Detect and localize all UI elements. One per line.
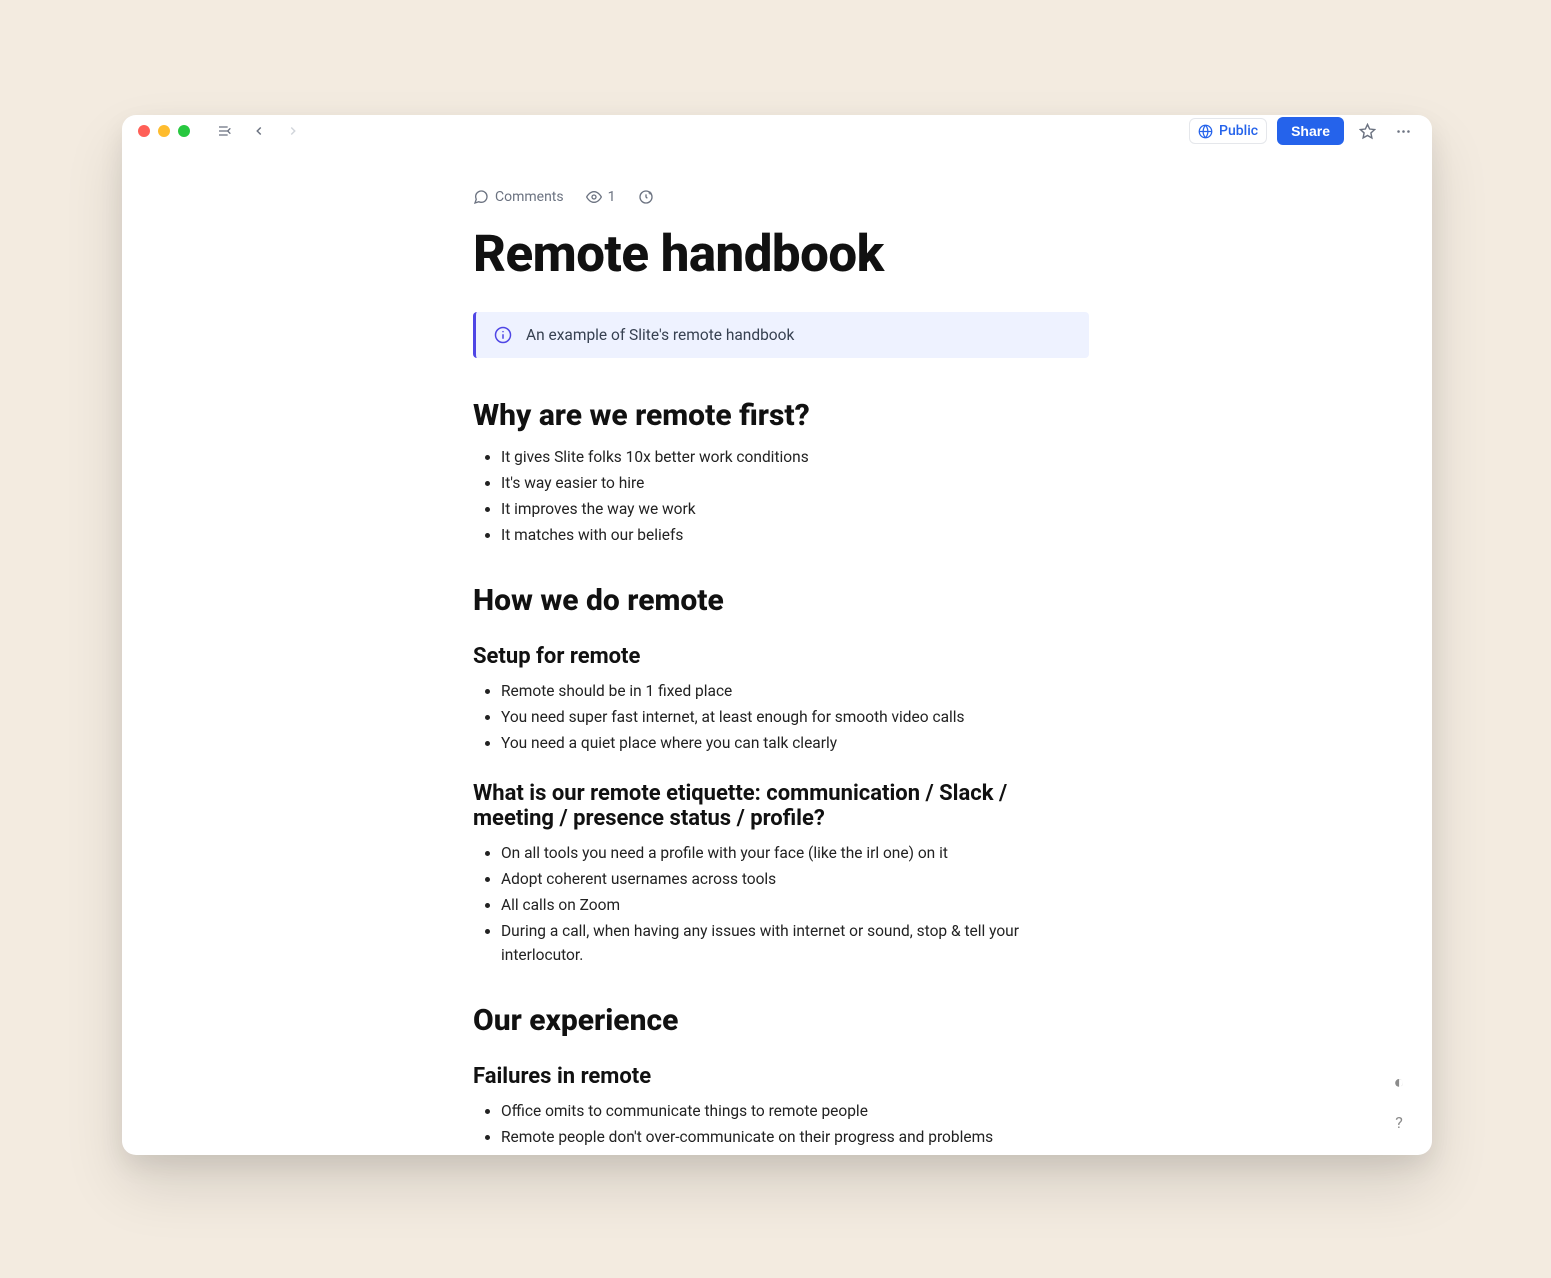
heading-setup: Setup for remote [473,644,1089,669]
maximize-window-icon[interactable] [178,125,190,137]
page-title: Remote handbook [473,225,1089,284]
etiquette-list: On all tools you need a profile with you… [473,841,1089,967]
list-item: Remote people don't over-communicate on … [501,1125,1089,1149]
failures-list: Office omits to communicate things to re… [473,1099,1089,1155]
info-callout: An example of Slite's remote handbook [473,312,1089,358]
list-item: It matches with our beliefs [501,523,1089,547]
minimize-window-icon[interactable] [158,125,170,137]
comments-button[interactable]: Comments [473,189,564,205]
heading-how: How we do remote [473,583,1089,618]
setup-list: Remote should be in 1 fixed place You ne… [473,679,1089,755]
heading-experience: Our experience [473,1003,1089,1038]
comment-icon [473,189,489,205]
titlebar-right: Public Share [1189,117,1416,145]
list-item: You need super fast internet, at least e… [501,705,1089,729]
help-button[interactable]: ? [1384,1107,1414,1137]
chevron-right-icon [286,124,300,138]
share-button[interactable]: Share [1277,117,1344,145]
nav-forward-button[interactable] [280,118,306,144]
public-label: Public [1219,123,1258,139]
titlebar-left [138,118,306,144]
question-icon: ? [1395,1113,1403,1132]
heading-why: Why are we remote first? [473,398,1089,433]
star-icon [1359,123,1376,140]
app-window: Public Share Comments 1 [122,115,1432,1155]
heading-etiquette: What is our remote etiquette: communicat… [473,781,1089,831]
clock-sparkle-icon [638,189,654,205]
list-item: All calls on Zoom [501,893,1089,917]
doc-meta-row: Comments 1 [473,189,1089,205]
list-item: On all tools you need a profile with you… [501,841,1089,865]
callout-text: An example of Slite's remote handbook [526,326,794,344]
list-item: It's way easier to hire [501,471,1089,495]
comments-label: Comments [495,189,564,205]
view-count: 1 [608,189,616,205]
list-item: It gives Slite folks 10x better work con… [501,445,1089,469]
list-item: Remote people have unclear goals [501,1151,1089,1155]
moon-icon: ◐ [1394,1072,1405,1093]
titlebar: Public Share [122,115,1432,147]
list-item: Adopt coherent usernames across tools [501,867,1089,891]
why-list: It gives Slite folks 10x better work con… [473,445,1089,547]
sidebar-toggle-icon [217,123,233,139]
content-area: Comments 1 Remote handbook An example of… [122,147,1432,1155]
floating-actions: ◐ ? [1384,1067,1414,1137]
heading-failures: Failures in remote [473,1064,1089,1089]
views-indicator[interactable]: 1 [586,189,616,205]
list-item: It improves the way we work [501,497,1089,521]
list-item: Office omits to communicate things to re… [501,1099,1089,1123]
toggle-sidebar-button[interactable] [212,118,238,144]
chevron-left-icon [252,124,266,138]
nav-back-button[interactable] [246,118,272,144]
globe-icon [1198,124,1213,139]
close-window-icon[interactable] [138,125,150,137]
list-item: During a call, when having any issues wi… [501,919,1089,967]
list-item: Remote should be in 1 fixed place [501,679,1089,703]
history-button[interactable] [638,189,654,205]
star-button[interactable] [1354,118,1380,144]
document: Comments 1 Remote handbook An example of… [473,147,1089,1155]
eye-icon [586,189,602,205]
theme-button[interactable]: ◐ [1384,1067,1414,1097]
info-icon [494,326,512,344]
traffic-lights [138,125,190,137]
more-options-button[interactable] [1390,118,1416,144]
more-horizontal-icon [1395,123,1412,140]
list-item: You need a quiet place where you can tal… [501,731,1089,755]
public-toggle[interactable]: Public [1189,118,1267,144]
